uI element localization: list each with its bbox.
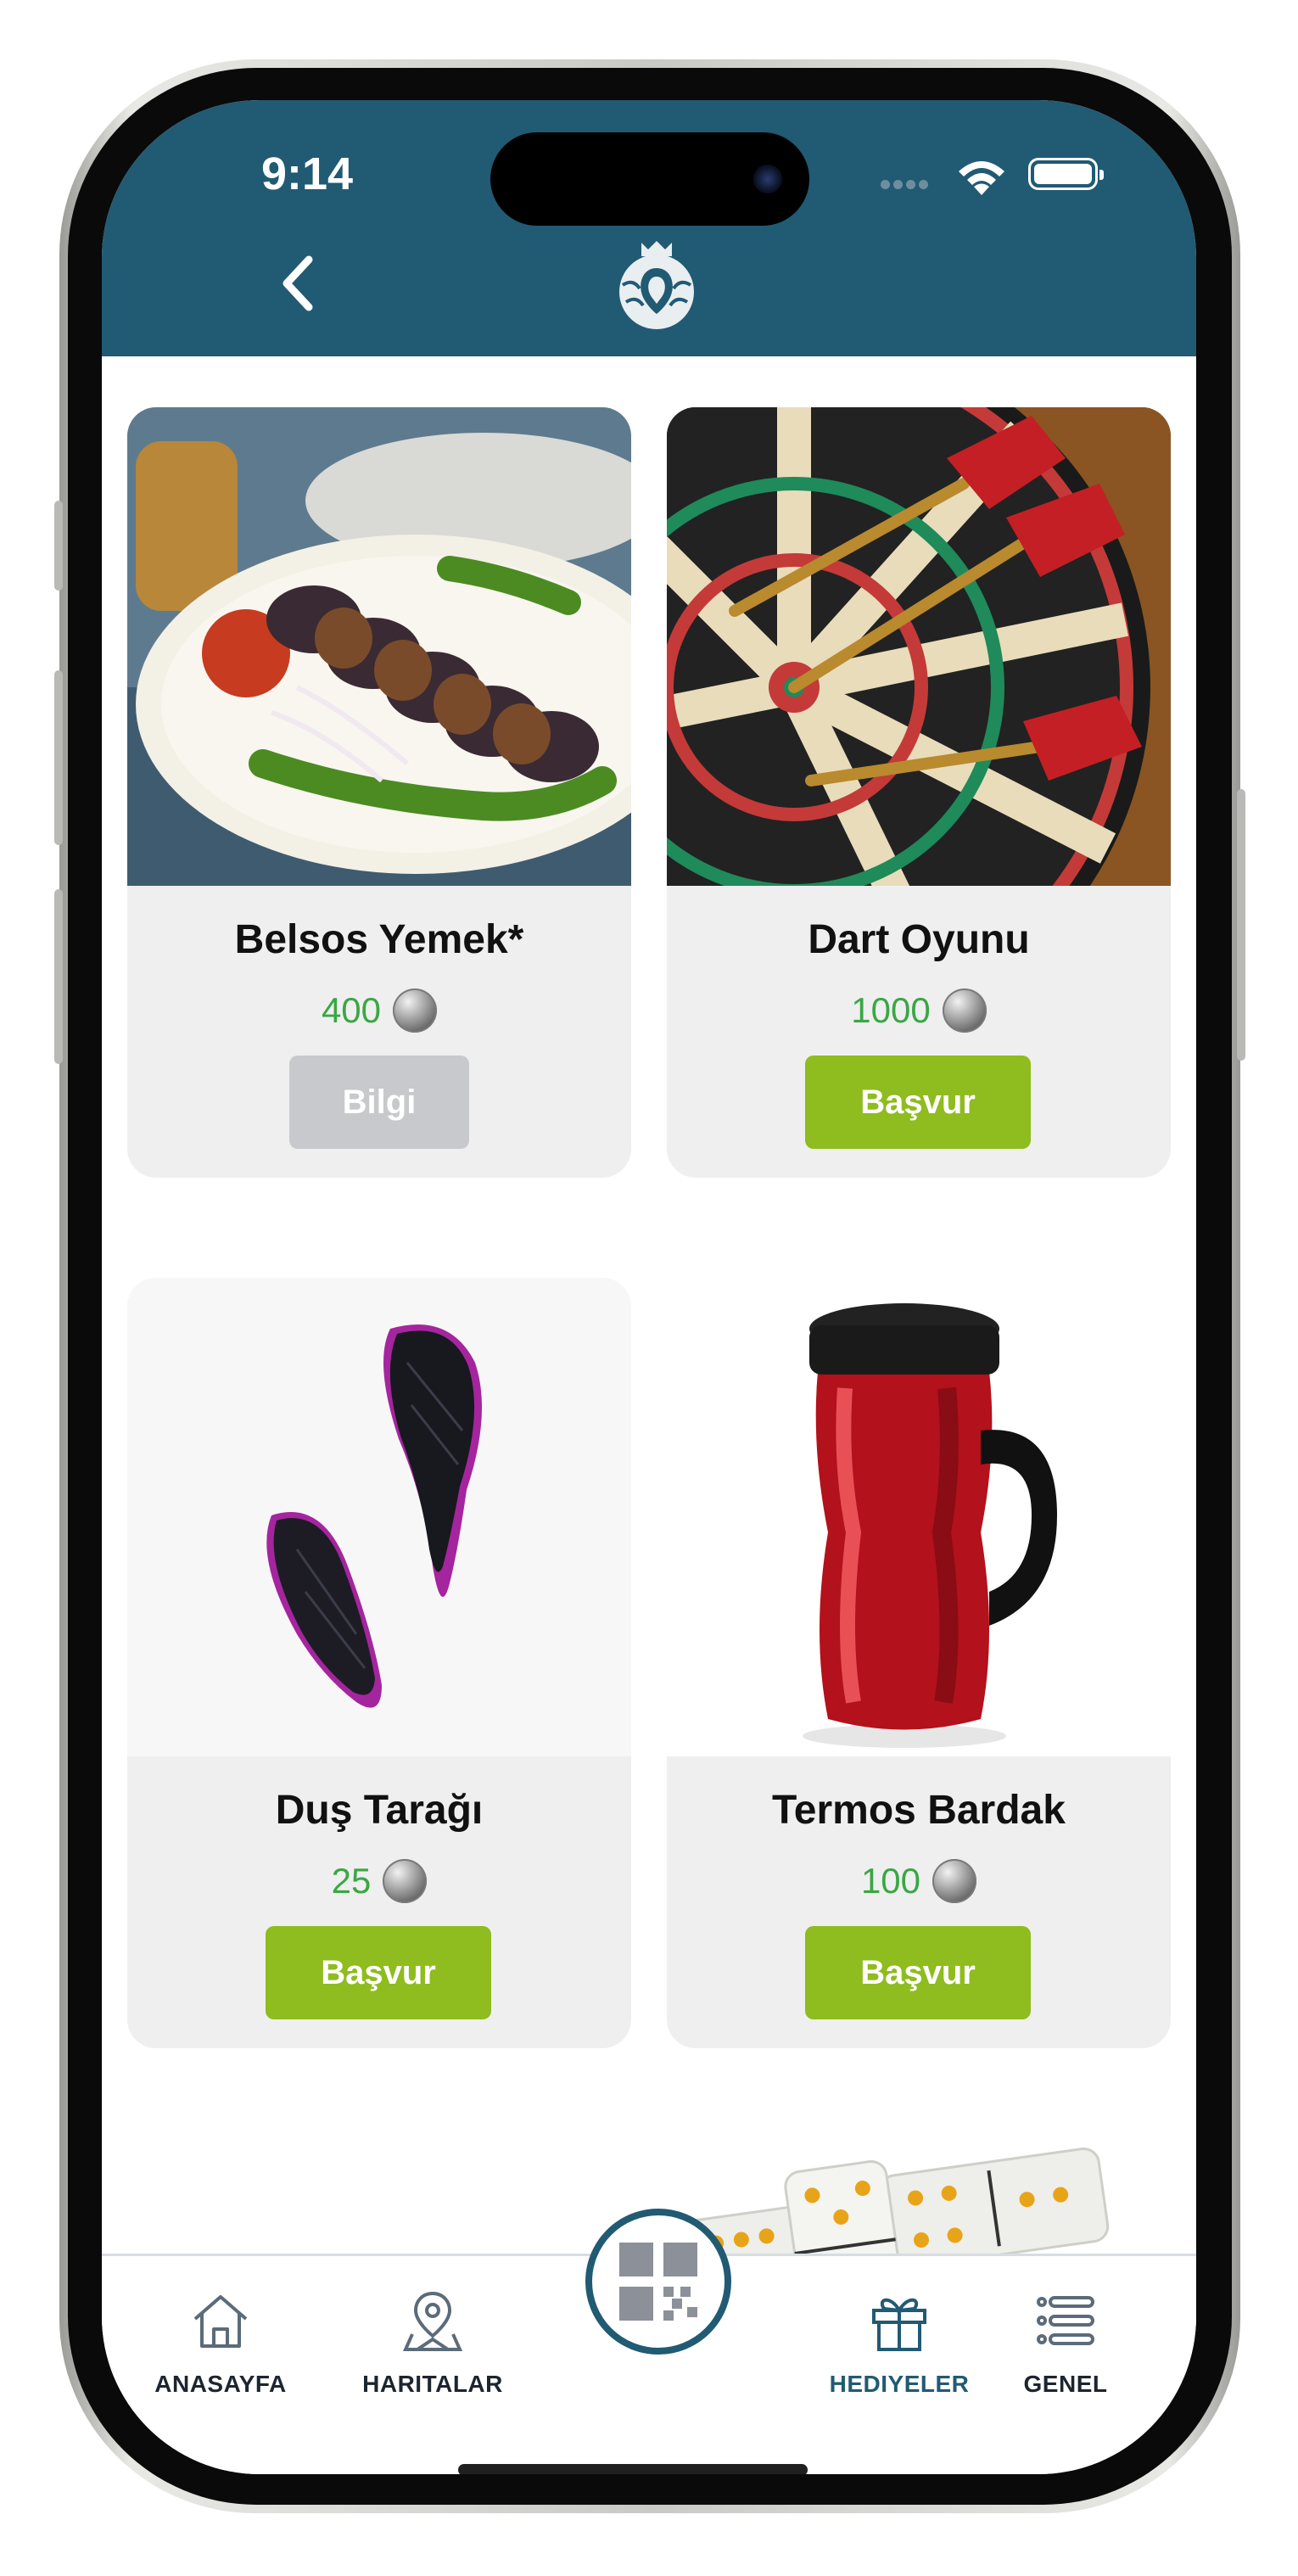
nav-label: HEDIYELER xyxy=(829,2371,970,2397)
product-image-dartboard xyxy=(667,407,1171,886)
price-value: 100 xyxy=(860,1861,921,1901)
home-indicator xyxy=(458,2464,808,2474)
app-screen: 9:14 Belsos Yemek* 400 Bilgi Dart Oyunu … xyxy=(102,100,1196,2474)
nav-label: ANASAYFA xyxy=(154,2371,287,2397)
nav-item-home[interactable]: ANASAYFA xyxy=(136,2287,305,2398)
nav-label: GENEL xyxy=(1023,2371,1108,2397)
product-price: 1000 xyxy=(667,988,1171,1033)
battery-icon xyxy=(1028,158,1104,190)
product-price: 25 xyxy=(127,1859,631,1903)
nav-item-maps[interactable]: HARITALAR xyxy=(348,2287,518,2398)
product-card: Belsos Yemek* 400 Bilgi xyxy=(127,407,631,1178)
price-value: 400 xyxy=(321,990,382,1030)
gift-icon xyxy=(872,2298,926,2351)
app-header: 9:14 xyxy=(102,100,1196,356)
back-chevron-icon[interactable] xyxy=(271,249,322,317)
nav-item-general[interactable]: GENEL xyxy=(981,2287,1150,2398)
front-camera xyxy=(753,165,782,193)
cellular-signal-icon xyxy=(881,178,932,193)
product-card: Termos Bardak 100 Başvur xyxy=(667,1278,1171,2048)
product-title: Duş Tarağı xyxy=(275,1788,484,1833)
product-price: 400 xyxy=(127,988,631,1033)
qr-scan-button[interactable] xyxy=(585,2209,731,2355)
municipality-logo-icon xyxy=(619,241,694,329)
product-image-thermos-mug xyxy=(667,1278,1171,1756)
info-button[interactable]: Bilgi xyxy=(289,1056,469,1149)
product-image-hair-brush xyxy=(127,1278,631,1756)
action-button xyxy=(54,501,63,591)
dynamic-island xyxy=(490,132,809,226)
price-value: 1000 xyxy=(851,990,931,1030)
nav-label: HARITALAR xyxy=(362,2371,503,2397)
apply-button[interactable]: Başvur xyxy=(266,1926,491,2019)
coin-icon xyxy=(383,1859,428,1903)
gift-list: Belsos Yemek* 400 Bilgi Dart Oyunu 1000 … xyxy=(102,356,1196,2352)
coin-icon xyxy=(932,1859,977,1903)
home-icon xyxy=(193,2295,248,2348)
product-card: Duş Tarağı 25 Başvur xyxy=(127,1278,631,2048)
product-price: 100 xyxy=(667,1859,1171,1903)
bottom-nav: ANASAYFA HARITALAR HEDIYELER GENEL xyxy=(102,2209,1196,2474)
product-title: Dart Oyunu xyxy=(808,917,1030,962)
coin-icon xyxy=(942,988,987,1033)
list-icon xyxy=(1037,2296,1094,2345)
volume-up-button xyxy=(54,670,63,845)
product-card: Dart Oyunu 1000 Başvur xyxy=(667,407,1171,1178)
volume-down-button xyxy=(54,889,63,1064)
map-pin-icon xyxy=(402,2291,463,2351)
nav-item-gifts[interactable]: HEDIYELER xyxy=(814,2287,984,2398)
apply-button[interactable]: Başvur xyxy=(805,1926,1031,2019)
price-value: 25 xyxy=(331,1861,372,1901)
status-time: 9:14 xyxy=(261,148,354,199)
apply-button[interactable]: Başvur xyxy=(805,1056,1031,1149)
product-title: Belsos Yemek* xyxy=(234,917,524,962)
product-title: Termos Bardak xyxy=(772,1788,1066,1833)
qr-code-icon xyxy=(619,2243,697,2321)
product-image-kebab xyxy=(127,407,631,886)
coin-icon xyxy=(393,988,438,1033)
wifi-icon xyxy=(959,161,1004,195)
power-button xyxy=(1237,789,1245,1061)
